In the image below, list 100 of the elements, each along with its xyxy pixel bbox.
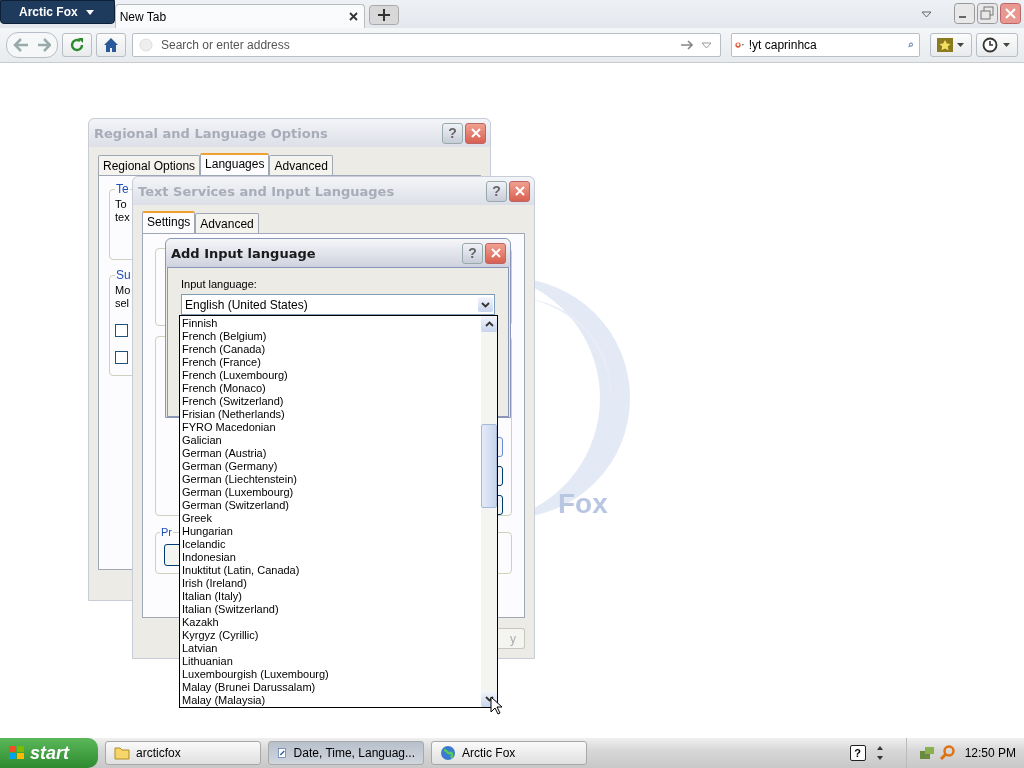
list-option[interactable]: Lithuanian — [182, 655, 233, 668]
chevron-down-icon[interactable] — [481, 301, 490, 308]
dialog-tab[interactable]: Regional Options — [98, 155, 201, 175]
close-icon[interactable] — [348, 12, 358, 21]
list-option[interactable]: French (Monaco) — [182, 382, 266, 395]
group-text: sel — [115, 297, 130, 310]
list-option[interactable]: Malay (Brunei Darussalam) — [182, 681, 316, 694]
folder-icon — [114, 746, 130, 760]
group-text: To — [115, 198, 127, 211]
minimize-icon[interactable] — [954, 3, 975, 24]
list-option[interactable]: French (Luxembourg) — [182, 369, 288, 382]
arrow-icon[interactable] — [681, 40, 693, 50]
close-button[interactable] — [465, 122, 486, 144]
list-option[interactable]: Frisian (Netherlands) — [182, 408, 285, 421]
list-option[interactable]: Malay (Malaysia) — [182, 694, 266, 707]
star-icon — [936, 37, 966, 53]
taskbar-button[interactable]: Date, Time, Languag... — [268, 741, 424, 765]
back-forward-button[interactable] — [6, 32, 58, 58]
scroll-thumb[interactable] — [481, 424, 497, 508]
close-button[interactable] — [509, 180, 530, 202]
group-label: Pr — [160, 526, 173, 538]
dropdown-icon[interactable] — [921, 11, 932, 18]
list-option[interactable]: FYRO Macedonian — [182, 421, 276, 434]
list-option[interactable]: French (Switzerland) — [182, 395, 284, 408]
close-icon — [470, 128, 481, 138]
help-icon[interactable]: ? — [849, 745, 866, 761]
list-option[interactable]: Greek — [182, 512, 212, 525]
dropdown-icon[interactable] — [701, 41, 712, 49]
restore-icon[interactable] — [977, 3, 998, 24]
list-option[interactable]: Kyrgyz (Cyrillic) — [182, 629, 259, 642]
help-button[interactable]: ? — [442, 122, 463, 144]
history-button[interactable] — [976, 33, 1018, 57]
dialog-tab[interactable]: Languages — [200, 153, 270, 175]
list-option[interactable]: German (Liechtenstein) — [182, 473, 297, 486]
back-icon[interactable] — [13, 38, 29, 52]
forward-icon[interactable] — [37, 38, 51, 52]
bookmarks-button[interactable] — [930, 33, 972, 57]
checkbox[interactable] — [115, 324, 128, 337]
reload-icon — [69, 37, 85, 53]
help-button[interactable]: ? — [462, 242, 483, 264]
address-input[interactable]: Search or enter address — [161, 38, 673, 52]
close-icon — [490, 248, 501, 258]
clock-icon — [982, 37, 1012, 53]
list-option[interactable]: French (Canada) — [182, 343, 266, 356]
list-option[interactable]: Indonesian — [182, 551, 236, 564]
close-icon — [514, 186, 525, 196]
reload-button[interactable] — [62, 33, 92, 57]
list-option[interactable]: German (Luxembourg) — [182, 486, 294, 499]
scrollbar[interactable] — [481, 316, 497, 707]
clock: 12:50 PM — [964, 746, 1016, 760]
group-text: Mo — [115, 284, 131, 297]
network-icon[interactable] — [918, 745, 935, 761]
list-option[interactable]: Kazakh — [182, 616, 219, 629]
dialog-tab[interactable]: Settings — [142, 211, 196, 233]
browser-tab[interactable]: New Tab — [114, 4, 365, 28]
field-label: Input language: — [181, 278, 258, 290]
group-label: Te — [115, 182, 130, 196]
window-title: Add Input language — [171, 245, 317, 261]
list-option[interactable]: Italian (Switzerland) — [182, 603, 279, 616]
help-button[interactable]: ? — [486, 180, 507, 202]
home-icon — [103, 37, 119, 53]
list-option[interactable]: Hungarian — [182, 525, 233, 538]
list-option[interactable]: Finnish — [182, 317, 218, 330]
list-option[interactable]: French (France) — [182, 356, 261, 369]
globe-icon — [440, 745, 456, 761]
plus-icon[interactable] — [368, 5, 399, 25]
dialog-tab[interactable]: Advanced — [195, 213, 259, 233]
dialog-tab[interactable]: Advanced — [269, 155, 333, 175]
address-bar[interactable]: Search or enter address — [132, 33, 721, 57]
list-option[interactable]: German (Austria) — [182, 447, 267, 460]
list-option[interactable]: German (Germany) — [182, 460, 278, 473]
list-option[interactable]: Italian (Italy) — [182, 590, 242, 603]
home-button[interactable] — [96, 33, 126, 57]
list-option[interactable]: Luxembourgish (Luxembourg) — [182, 668, 329, 681]
language-dropdown[interactable]: English (United States) — [181, 294, 495, 315]
list-option[interactable]: German (Switzerland) — [182, 499, 289, 512]
taskbar-button[interactable]: Arctic Fox — [431, 741, 587, 765]
group-text: tex — [115, 211, 130, 224]
list-option[interactable]: Icelandic — [182, 538, 226, 551]
tab-title: New Tab — [119, 9, 167, 24]
list-option[interactable]: Irish (Ireland) — [182, 577, 247, 590]
checkbox[interactable] — [115, 351, 128, 364]
globe-icon — [139, 38, 153, 52]
list-option[interactable]: Latvian — [182, 642, 218, 655]
search-bar[interactable]: !yt caprinhca — [731, 33, 920, 57]
close-button[interactable] — [485, 242, 506, 264]
chevron-up-icon[interactable] — [484, 321, 494, 327]
app-menu-button[interactable]: Arctic Fox — [0, 0, 115, 24]
taskbar-button[interactable]: arcticfox — [105, 741, 261, 765]
group-label: Su — [115, 268, 132, 282]
search-icon[interactable] — [938, 745, 955, 761]
caret-icon — [85, 9, 94, 15]
search-input[interactable]: !yt caprinhca — [748, 38, 904, 52]
list-option[interactable]: French (Belgium) — [182, 330, 267, 343]
document-icon — [277, 745, 288, 761]
updown-icon[interactable] — [875, 744, 884, 762]
list-option[interactable]: Galician — [182, 434, 222, 447]
list-option[interactable]: Inuktitut (Latin, Canada) — [182, 564, 300, 577]
window-title: Regional and Language Options — [94, 125, 329, 141]
windows-logo-icon — [8, 745, 26, 761]
